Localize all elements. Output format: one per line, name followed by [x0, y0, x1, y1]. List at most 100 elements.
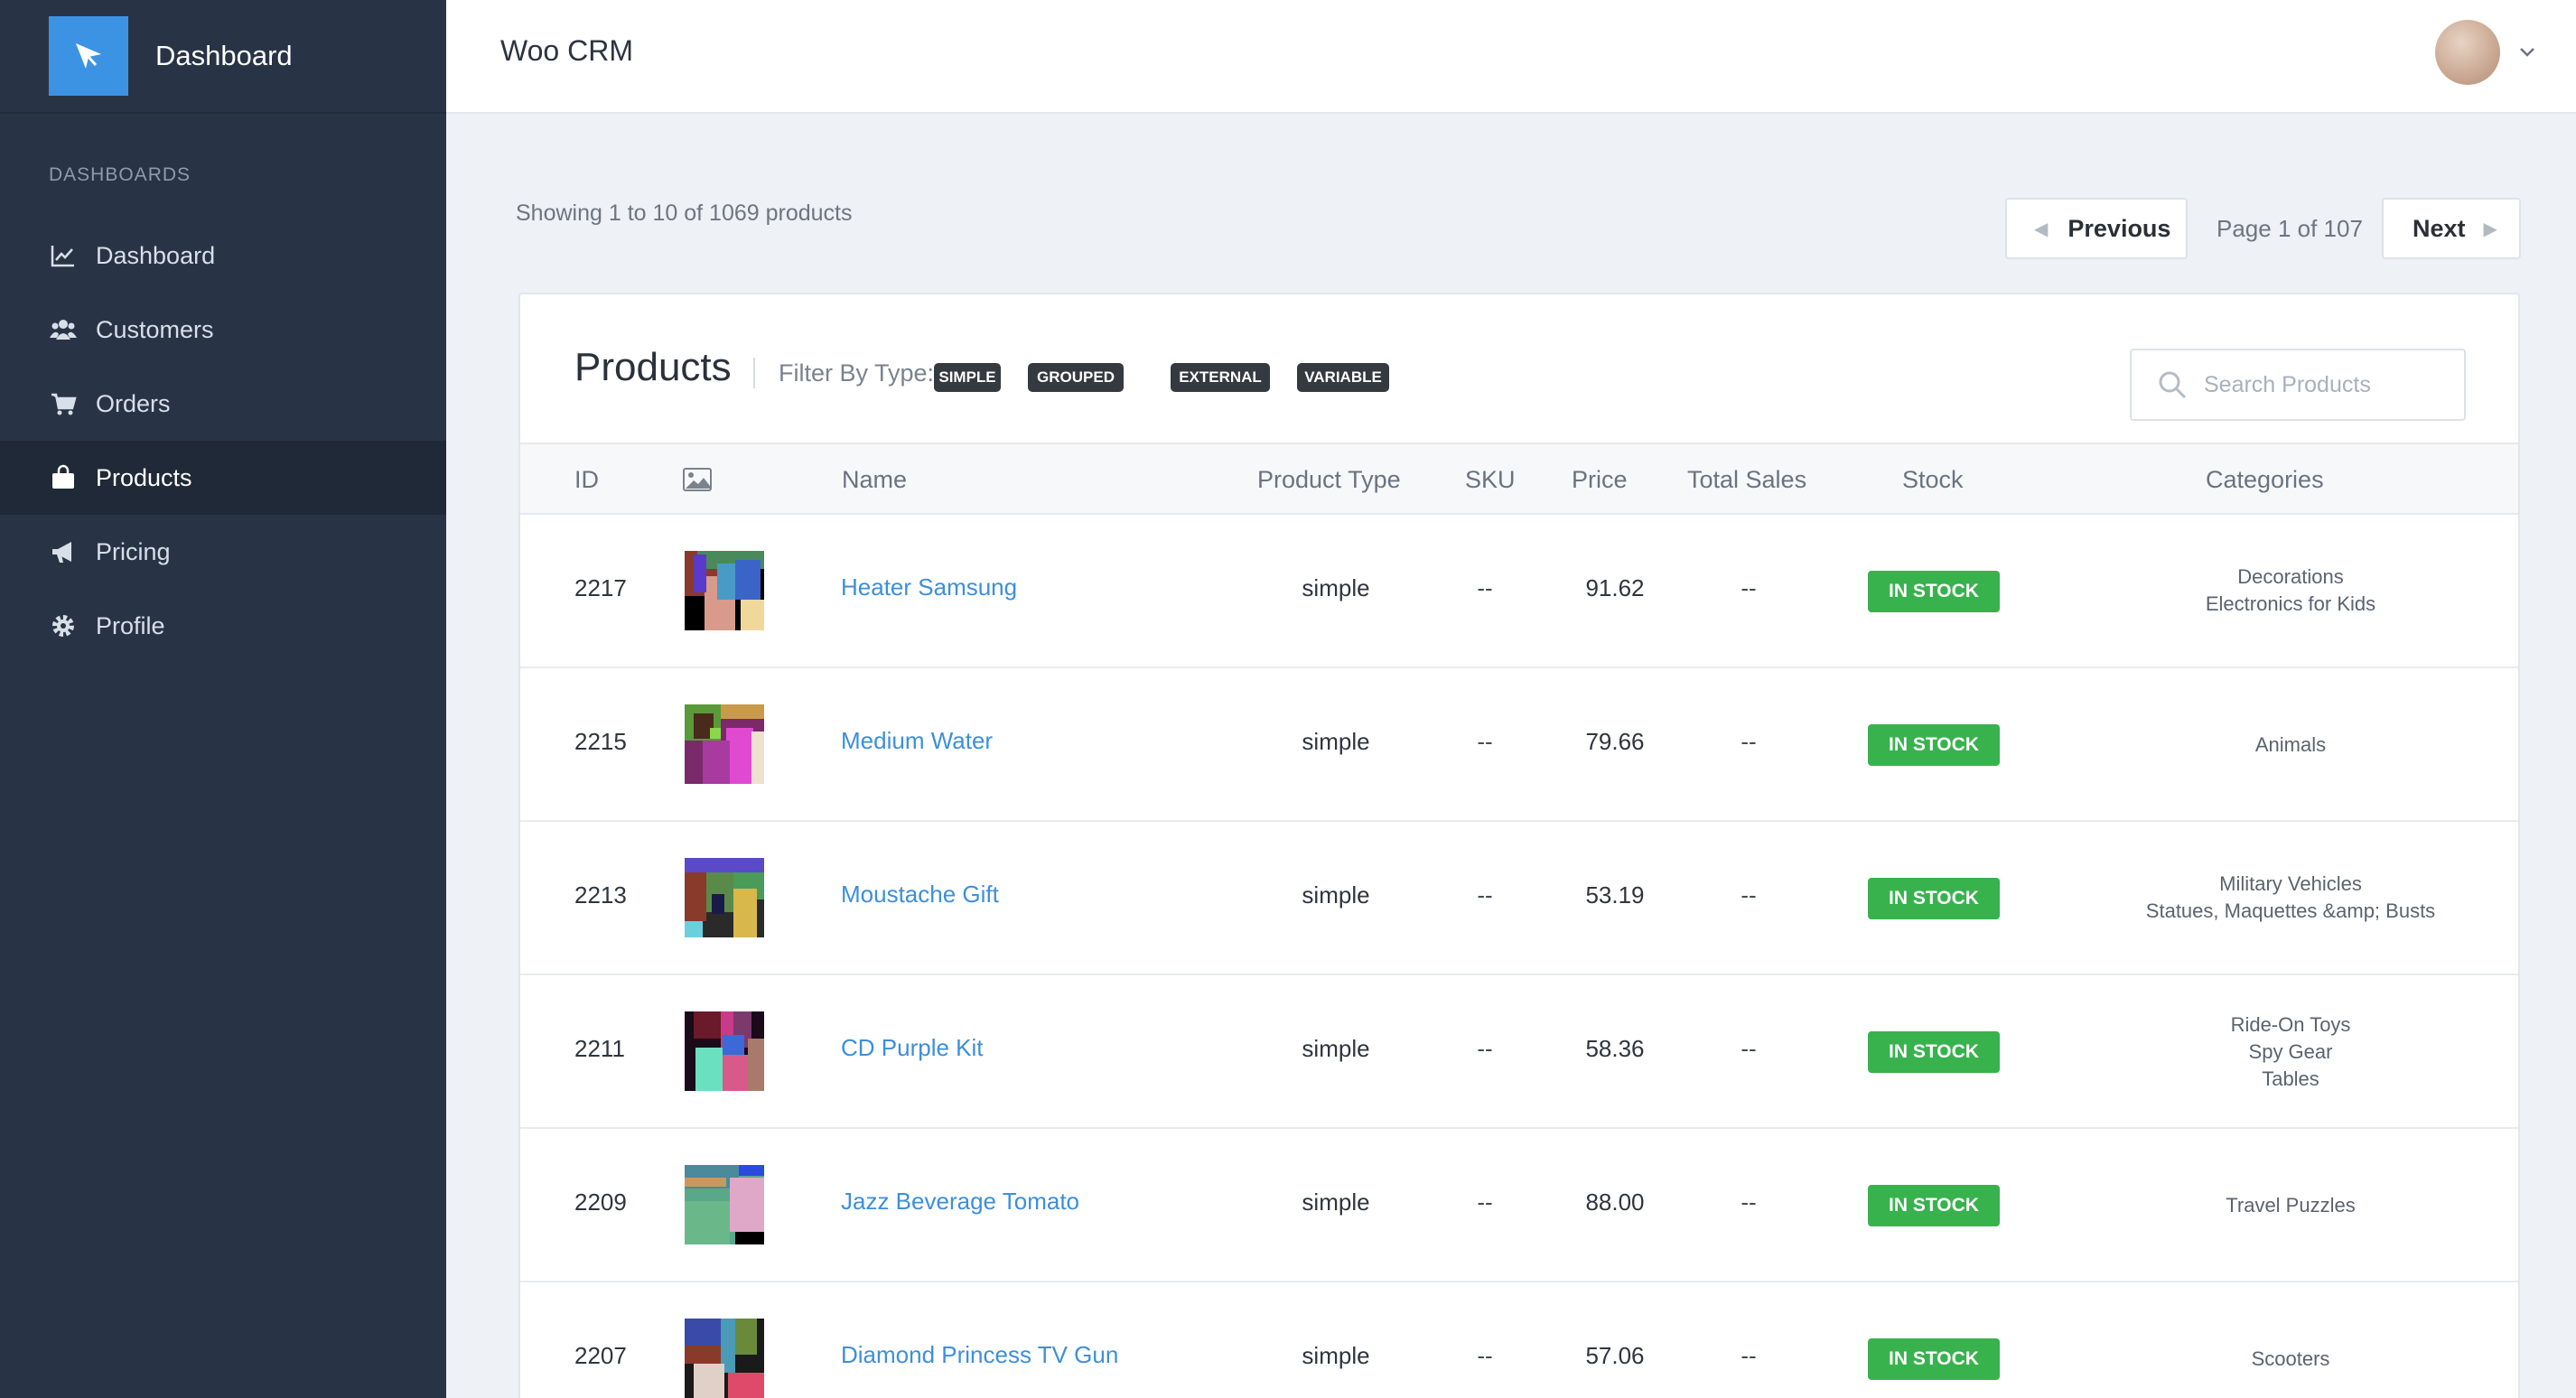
- sidebar-item-customers[interactable]: Customers: [0, 293, 446, 367]
- product-name-link[interactable]: Jazz Beverage Tomato: [841, 1188, 1079, 1216]
- product-thumbnail[interactable]: [685, 551, 764, 630]
- sidebar-item-profile[interactable]: Profile: [0, 589, 446, 663]
- category-label: Statues, Maquettes &amp; Busts: [2145, 899, 2436, 922]
- product-name-link[interactable]: Moustache Gift: [841, 881, 999, 909]
- column-total-sales[interactable]: Total Sales: [1687, 466, 1806, 494]
- product-id: 2217: [574, 574, 627, 601]
- column-id[interactable]: ID: [574, 466, 599, 494]
- product-name-link[interactable]: Medium Water: [841, 727, 993, 755]
- table-row[interactable]: 2215 Medium Water simple -- 79.66 -- IN …: [520, 668, 2518, 822]
- megaphone-icon: [49, 537, 78, 566]
- product-sku: --: [1477, 881, 1493, 909]
- filter-variable-badge[interactable]: VARIABLE: [1297, 363, 1389, 392]
- column-name[interactable]: Name: [842, 466, 907, 494]
- product-id: 2211: [574, 1035, 625, 1062]
- column-product-type[interactable]: Product Type: [1257, 466, 1401, 494]
- avatar[interactable]: [2435, 20, 2500, 85]
- users-icon: [49, 315, 78, 344]
- search-box[interactable]: [2130, 349, 2466, 421]
- brand[interactable]: Dashboard: [0, 0, 446, 114]
- product-name-link[interactable]: CD Purple Kit: [841, 1034, 984, 1062]
- sidebar-item-label: Orders: [96, 389, 171, 417]
- category-label: Animals: [2254, 733, 2327, 756]
- product-price: 91.62: [1585, 574, 1645, 601]
- nav-section-heading: DASHBOARDS: [49, 164, 191, 185]
- product-thumbnail[interactable]: [685, 1165, 764, 1244]
- product-name-link[interactable]: Heater Samsung: [841, 573, 1017, 601]
- category-label: Scooters: [2251, 1347, 2330, 1370]
- sidebar-item-label: Customers: [96, 315, 214, 343]
- category-label: Military Vehicles: [2219, 872, 2362, 895]
- sidebar-item-pricing[interactable]: Pricing: [0, 515, 446, 589]
- category-label: Decorations: [2237, 565, 2344, 588]
- product-categories: Travel Puzzles: [2056, 1192, 2518, 1219]
- filter-label: Filter By Type:: [779, 359, 935, 387]
- caret-left-icon: ◀: [2034, 219, 2049, 239]
- filter-grouped-badge[interactable]: GROUPED: [1028, 363, 1124, 392]
- product-categories: Military Vehicles Statues, Maquettes &am…: [2056, 871, 2518, 925]
- product-total-sales: --: [1741, 881, 1757, 909]
- product-type: simple: [1302, 574, 1370, 601]
- sidebar-item-label: Profile: [96, 611, 165, 639]
- app-title: Woo CRM: [500, 34, 633, 67]
- column-sku[interactable]: SKU: [1465, 466, 1516, 494]
- product-thumbnail[interactable]: [685, 704, 764, 784]
- chart-line-icon: [49, 241, 78, 270]
- table-row[interactable]: 2217 Heater Samsung simple -- 91.62 -- I…: [520, 515, 2518, 668]
- product-type: simple: [1302, 1035, 1370, 1062]
- previous-page-button[interactable]: ◀ Previous: [2005, 198, 2188, 259]
- table-row[interactable]: 2209 Jazz Beverage Tomato simple -- 88.0…: [520, 1129, 2518, 1282]
- cart-icon: [49, 389, 78, 418]
- filter-simple-badge[interactable]: SIMPLE: [934, 363, 1001, 392]
- table-row[interactable]: 2207 Diamond Princess TV Gun simple -- 5…: [520, 1282, 2518, 1398]
- product-sku: --: [1477, 574, 1493, 601]
- stock-badge: IN STOCK: [1868, 1031, 2000, 1073]
- product-total-sales: --: [1741, 1342, 1757, 1369]
- product-type: simple: [1302, 881, 1370, 909]
- table-row[interactable]: 2211 CD Purple Kit simple -- 58.36 -- IN…: [520, 975, 2518, 1129]
- product-price: 58.36: [1585, 1035, 1645, 1062]
- sidebar-item-label: Pricing: [96, 537, 171, 565]
- column-price[interactable]: Price: [1572, 466, 1628, 494]
- product-sku: --: [1477, 728, 1493, 755]
- category-label: Spy Gear: [2248, 1040, 2333, 1063]
- product-id: 2207: [574, 1342, 627, 1369]
- filter-external-badge[interactable]: EXTERNAL: [1171, 363, 1270, 392]
- product-total-sales: --: [1741, 728, 1757, 755]
- product-total-sales: --: [1741, 574, 1757, 601]
- chevron-down-icon[interactable]: [2515, 40, 2540, 65]
- sidebar-item-products[interactable]: Products: [0, 441, 446, 515]
- product-id: 2215: [574, 728, 627, 755]
- product-sku: --: [1477, 1188, 1493, 1216]
- product-total-sales: --: [1741, 1035, 1757, 1062]
- sidebar-nav: Dashboard Customers Orders Products Pric…: [0, 219, 446, 663]
- next-page-button[interactable]: Next ▶: [2382, 198, 2521, 259]
- product-thumbnail[interactable]: [685, 1319, 764, 1398]
- search-input[interactable]: [2204, 371, 2457, 398]
- column-categories[interactable]: Categories: [2206, 466, 2324, 494]
- paper-plane-icon: [49, 16, 128, 96]
- product-sku: --: [1477, 1035, 1493, 1062]
- products-title: Products: [574, 345, 732, 389]
- image-icon: [683, 468, 712, 491]
- column-stock[interactable]: Stock: [1902, 466, 1964, 494]
- table-row[interactable]: 2213 Moustache Gift simple -- 53.19 -- I…: [520, 822, 2518, 975]
- product-categories: Ride-On Toys Spy Gear Tables: [2056, 1011, 2518, 1093]
- sidebar: Dashboard DASHBOARDS Dashboard Customers…: [0, 0, 446, 1398]
- product-name-link[interactable]: Diamond Princess TV Gun: [841, 1341, 1118, 1369]
- stock-badge: IN STOCK: [1868, 724, 2000, 766]
- stock-badge: IN STOCK: [1868, 571, 2000, 612]
- product-price: 79.66: [1585, 728, 1645, 755]
- results-summary: Showing 1 to 10 of 1069 products: [516, 200, 853, 226]
- sidebar-item-dashboard[interactable]: Dashboard: [0, 219, 446, 293]
- category-label: Ride-On Toys: [2230, 1013, 2351, 1036]
- product-id: 2209: [574, 1188, 627, 1216]
- stock-badge: IN STOCK: [1868, 1338, 2000, 1380]
- top-header: Woo CRM: [446, 0, 2576, 114]
- sidebar-item-orders[interactable]: Orders: [0, 367, 446, 441]
- product-categories: Decorations Electronics for Kids: [2056, 564, 2518, 618]
- category-label: Tables: [2262, 1067, 2319, 1090]
- product-thumbnail[interactable]: [685, 1011, 764, 1091]
- product-thumbnail[interactable]: [685, 858, 764, 937]
- previous-label: Previous: [2067, 214, 2171, 242]
